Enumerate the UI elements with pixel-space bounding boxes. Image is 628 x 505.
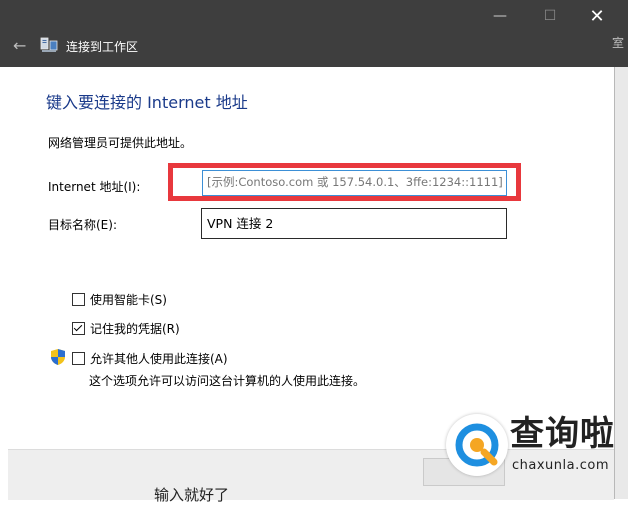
remember-credentials-checkbox[interactable] xyxy=(72,322,85,335)
internet-address-input[interactable]: [示例:Contoso.com 或 157.54.0.1、3ffe:1234::… xyxy=(202,170,507,196)
network-connection-icon xyxy=(40,37,58,52)
background-window-edge xyxy=(614,67,628,499)
allow-others-label: 允许其他人使用此连接(A) xyxy=(90,352,228,366)
address-label: Internet 地址(I): xyxy=(48,180,141,194)
destination-label: 目标名称(E): xyxy=(48,218,117,232)
dialog-heading: 键入要连接的 Internet 地址 xyxy=(46,93,248,112)
watermark-q-icon xyxy=(455,423,499,467)
close-button[interactable]: ✕ xyxy=(575,4,619,28)
back-arrow-icon[interactable]: ← xyxy=(13,36,26,55)
watermark-brand: 查询啦 xyxy=(510,414,615,454)
allow-others-note: 这个选项允许可以访问这台计算机的人使用此连接。 xyxy=(89,374,366,388)
background-text-fragment: 输入就好了 xyxy=(154,486,230,504)
uac-shield-icon xyxy=(51,349,65,365)
smart-card-label: 使用智能卡(S) xyxy=(90,293,167,307)
watermark-logo xyxy=(446,414,508,476)
watermark-domain: chaxunla.com xyxy=(512,458,609,473)
dialog-description: 网络管理员可提供此地址。 xyxy=(48,136,193,150)
dialog-body xyxy=(8,67,614,449)
maximize-button[interactable]: ☐ xyxy=(528,4,572,28)
allow-others-checkbox[interactable] xyxy=(72,352,85,365)
minimize-button[interactable]: — xyxy=(478,4,522,28)
dialog-footer xyxy=(8,449,614,500)
remember-credentials-label: 记住我的凭据(R) xyxy=(90,322,180,336)
background-window-fragment: 室 xyxy=(612,36,625,50)
remember-credentials-option[interactable]: 记住我的凭据(R) xyxy=(72,320,180,337)
smart-card-option[interactable]: 使用智能卡(S) xyxy=(72,291,167,308)
destination-name-input[interactable]: VPN 连接 2 xyxy=(201,208,507,239)
smart-card-checkbox[interactable] xyxy=(72,293,85,306)
window-title: 连接到工作区 xyxy=(66,40,139,54)
allow-others-option[interactable]: 允许其他人使用此连接(A) xyxy=(72,350,228,367)
